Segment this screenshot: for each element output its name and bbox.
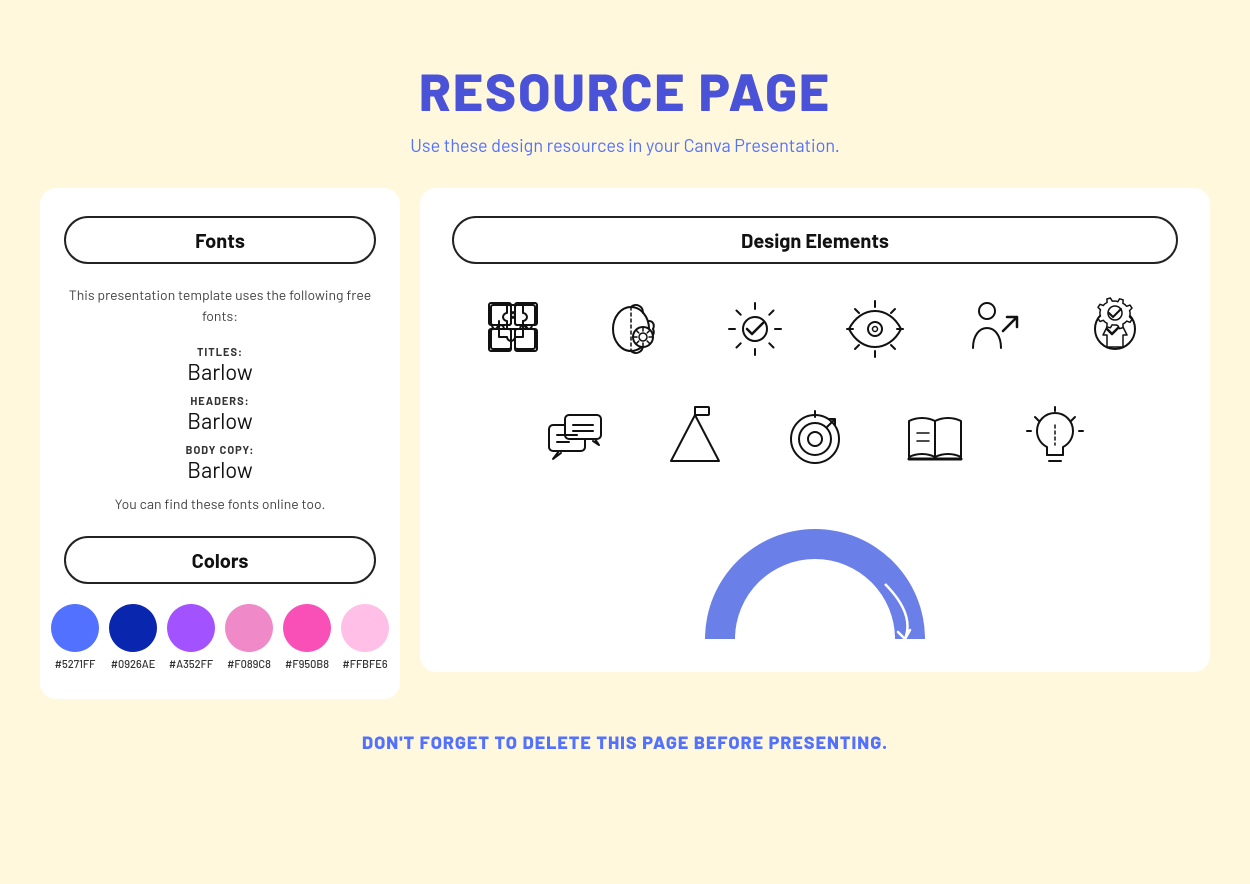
eye-rays-icon-cell bbox=[830, 284, 920, 374]
fonts-note: You can find these fonts online too. bbox=[64, 495, 376, 512]
color-code-5: #F950B8 bbox=[285, 658, 329, 671]
chat-bubbles-icon-cell bbox=[530, 394, 620, 484]
right-panel: Design Elements bbox=[420, 188, 1210, 672]
mountain-flag-icon bbox=[659, 403, 731, 475]
color-code-1: #5271FF bbox=[55, 658, 96, 671]
color-code-4: #F089C8 bbox=[227, 658, 271, 671]
fonts-header: Fonts bbox=[64, 216, 376, 264]
color-item-3: #A352FF bbox=[167, 604, 215, 671]
color-item-5: #F950B8 bbox=[283, 604, 331, 671]
lightbulb-icon-cell bbox=[1010, 394, 1100, 484]
design-elements-header: Design Elements bbox=[452, 216, 1178, 264]
font-label-titles: TITLES: bbox=[64, 346, 376, 359]
icons-row-1 bbox=[452, 284, 1178, 374]
footer-text: DON'T FORGET TO DELETE THIS PAGE BEFORE … bbox=[362, 731, 888, 753]
target-icon bbox=[779, 403, 851, 475]
lightbulb-icon bbox=[1019, 403, 1091, 475]
gear-check-icon-cell bbox=[710, 284, 800, 374]
font-name-body: Barlow bbox=[64, 457, 376, 483]
arch-decoration bbox=[685, 504, 945, 644]
brain-gear-icon-cell bbox=[590, 284, 680, 374]
font-label-body: BODY COPY: bbox=[64, 444, 376, 457]
color-code-2: #0926AE bbox=[111, 658, 156, 671]
page-subtitle: Use these design resources in your Canva… bbox=[410, 134, 839, 156]
page-title: RESOURCE PAGE bbox=[419, 60, 831, 122]
font-item-headers: HEADERS: Barlow bbox=[64, 395, 376, 434]
gear-check-icon bbox=[719, 293, 791, 365]
panels-container: Fonts This presentation template uses th… bbox=[40, 188, 1210, 699]
colors-row: #5271FF #0926AE #A352FF #F089C8 #F950B8 … bbox=[64, 604, 376, 671]
puzzle-icon-cell bbox=[470, 284, 560, 374]
award-badge-icon bbox=[1079, 293, 1151, 365]
open-book-icon-cell bbox=[890, 394, 980, 484]
color-swatch-4 bbox=[225, 604, 273, 652]
color-item-4: #F089C8 bbox=[225, 604, 273, 671]
fonts-description: This presentation template uses the foll… bbox=[64, 284, 376, 326]
arch-container bbox=[452, 504, 1178, 644]
color-item-2: #0926AE bbox=[109, 604, 157, 671]
color-item-6: #FFBFE6 bbox=[341, 604, 389, 671]
font-name-headers: Barlow bbox=[64, 408, 376, 434]
award-badge-icon-cell bbox=[1070, 284, 1160, 374]
open-book-icon bbox=[899, 403, 971, 475]
target-icon-cell bbox=[770, 394, 860, 484]
colors-header: Colors bbox=[64, 536, 376, 584]
color-code-3: #A352FF bbox=[169, 658, 213, 671]
color-swatch-1 bbox=[51, 604, 99, 652]
font-item-body: BODY COPY: Barlow bbox=[64, 444, 376, 483]
color-swatch-3 bbox=[167, 604, 215, 652]
color-item-1: #5271FF bbox=[51, 604, 99, 671]
person-growth-icon-cell bbox=[950, 284, 1040, 374]
font-name-titles: Barlow bbox=[64, 359, 376, 385]
color-swatch-2 bbox=[109, 604, 157, 652]
chat-bubbles-icon bbox=[539, 403, 611, 475]
eye-rays-icon bbox=[839, 293, 911, 365]
color-code-6: #FFBFE6 bbox=[342, 658, 387, 671]
color-swatch-6 bbox=[341, 604, 389, 652]
font-label-headers: HEADERS: bbox=[64, 395, 376, 408]
icons-row-2 bbox=[452, 394, 1178, 484]
puzzle-icon bbox=[479, 293, 551, 365]
brain-gear-icon bbox=[599, 293, 671, 365]
person-growth-icon bbox=[959, 293, 1031, 365]
left-panel: Fonts This presentation template uses th… bbox=[40, 188, 400, 699]
color-swatch-5 bbox=[283, 604, 331, 652]
mountain-flag-icon-cell bbox=[650, 394, 740, 484]
font-item-titles: TITLES: Barlow bbox=[64, 346, 376, 385]
